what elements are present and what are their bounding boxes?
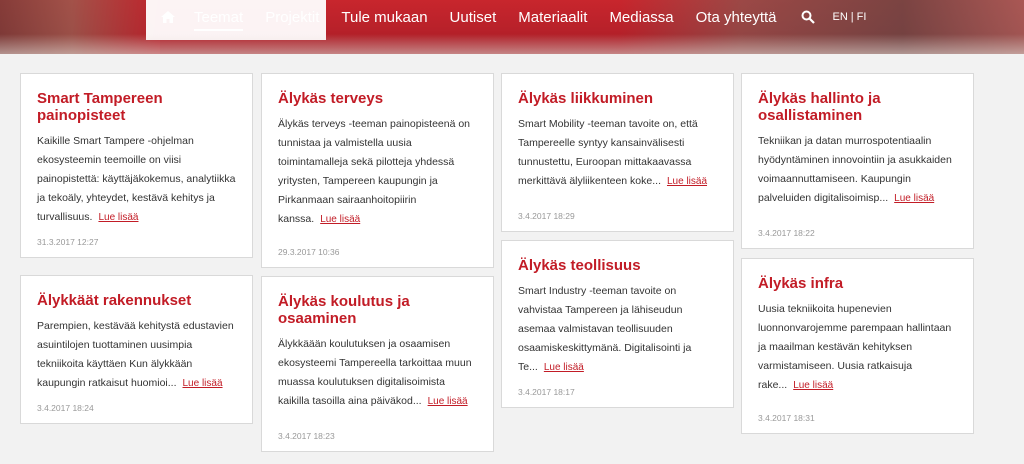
language-switcher: EN | FI — [833, 11, 867, 23]
card-title[interactable]: Smart Tampereen painopisteet — [37, 90, 236, 124]
nav-item-projektit[interactable]: Projektit — [265, 9, 319, 26]
theme-card[interactable]: Älykäs koulutus ja osaaminen Älykkäään k… — [261, 276, 494, 452]
card-text: Smart Mobility -teeman tavoite on, että … — [518, 115, 717, 191]
read-more-link[interactable]: Lue lisää — [428, 396, 468, 407]
theme-card[interactable]: Smart Tampereen painopisteet Kaikille Sm… — [20, 73, 253, 258]
nav-item-materiaalit[interactable]: Materiaalit — [518, 9, 587, 26]
theme-card[interactable]: Älykäs liikkuminen Smart Mobility -teema… — [501, 73, 734, 232]
lang-en-link[interactable]: EN — [833, 11, 848, 23]
card-date: 3.4.2017 18:29 — [518, 211, 575, 221]
card-title[interactable]: Älykkäät rakennukset — [37, 292, 236, 309]
read-more-link[interactable]: Lue lisää — [544, 362, 584, 373]
card-excerpt: Kaikille Smart Tampere -ohjelman ekosyst… — [37, 135, 236, 223]
theme-card[interactable]: Älykäs infra Uusia tekniikoita hupenevie… — [741, 258, 974, 434]
card-excerpt: Smart Industry -teeman tavoite on vahvis… — [518, 285, 692, 373]
card-title[interactable]: Älykäs terveys — [278, 90, 477, 107]
theme-card[interactable]: Älykäs hallinto ja osallistaminen Teknii… — [741, 73, 974, 249]
card-text: Uusia tekniikoita hupenevien luonnonvaro… — [758, 300, 957, 395]
card-date: 3.4.2017 18:31 — [758, 413, 815, 423]
nav-item-mediassa[interactable]: Mediassa — [609, 9, 673, 26]
read-more-link[interactable]: Lue lisää — [98, 212, 138, 223]
card-date: 31.3.2017 12:27 — [37, 237, 99, 247]
nav-item-tule-mukaan[interactable]: Tule mukaan — [341, 9, 427, 26]
nav-item-ota-yhteytta[interactable]: Ota yhteyttä — [696, 9, 777, 26]
card-text: Kaikille Smart Tampere -ohjelman ekosyst… — [37, 132, 236, 227]
card-title[interactable]: Älykäs koulutus ja osaaminen — [278, 293, 477, 327]
theme-card[interactable]: Älykäs teollisuus Smart Industry -teeman… — [501, 240, 734, 408]
theme-card[interactable]: Älykkäät rakennukset Parempien, kestävää… — [20, 275, 253, 424]
card-date: 3.4.2017 18:17 — [518, 387, 575, 397]
card-title[interactable]: Älykäs infra — [758, 275, 957, 292]
card-text: Tekniikan ja datan murrospotentiaalin hy… — [758, 132, 957, 208]
card-title[interactable]: Älykäs liikkuminen — [518, 90, 717, 107]
read-more-link[interactable]: Lue lisää — [793, 380, 833, 391]
lang-fi-link[interactable]: FI — [857, 11, 867, 23]
card-excerpt: Älykäs terveys -teeman painopisteenä on … — [278, 118, 471, 225]
card-title[interactable]: Älykäs hallinto ja osallistaminen — [758, 90, 957, 124]
read-more-link[interactable]: Lue lisää — [894, 193, 934, 204]
main-nav: Teemat Projektit Tule mukaan Uutiset Mat… — [160, 0, 866, 34]
card-text: Smart Industry -teeman tavoite on vahvis… — [518, 282, 717, 377]
card-date: 29.3.2017 10:36 — [278, 247, 340, 257]
nav-item-teemat[interactable]: Teemat — [194, 9, 244, 31]
read-more-link[interactable]: Lue lisää — [183, 378, 223, 389]
card-title[interactable]: Älykäs teollisuus — [518, 257, 717, 274]
card-excerpt: Uusia tekniikoita hupenevien luonnonvaro… — [758, 303, 952, 391]
theme-card[interactable]: Älykäs terveys Älykäs terveys -teeman pa… — [261, 73, 494, 268]
nav-item-uutiset[interactable]: Uutiset — [450, 9, 497, 26]
card-text: Älykäs terveys -teeman painopisteenä on … — [278, 115, 477, 229]
lang-separator: | — [850, 11, 854, 23]
card-date: 3.4.2017 18:24 — [37, 403, 94, 413]
search-icon[interactable] — [801, 10, 815, 24]
card-text: Parempien, kestävää kehitystä edustavien… — [37, 317, 236, 393]
card-date: 3.4.2017 18:23 — [278, 431, 335, 441]
home-icon[interactable] — [160, 10, 176, 24]
card-text: Älykkäään koulutuksen ja osaamisen ekosy… — [278, 335, 477, 411]
read-more-link[interactable]: Lue lisää — [320, 214, 360, 225]
read-more-link[interactable]: Lue lisää — [667, 176, 707, 187]
card-date: 3.4.2017 18:22 — [758, 228, 815, 238]
site-header: Teemat Projektit Tule mukaan Uutiset Mat… — [0, 0, 1024, 54]
header-photo-strip — [0, 34, 1024, 54]
